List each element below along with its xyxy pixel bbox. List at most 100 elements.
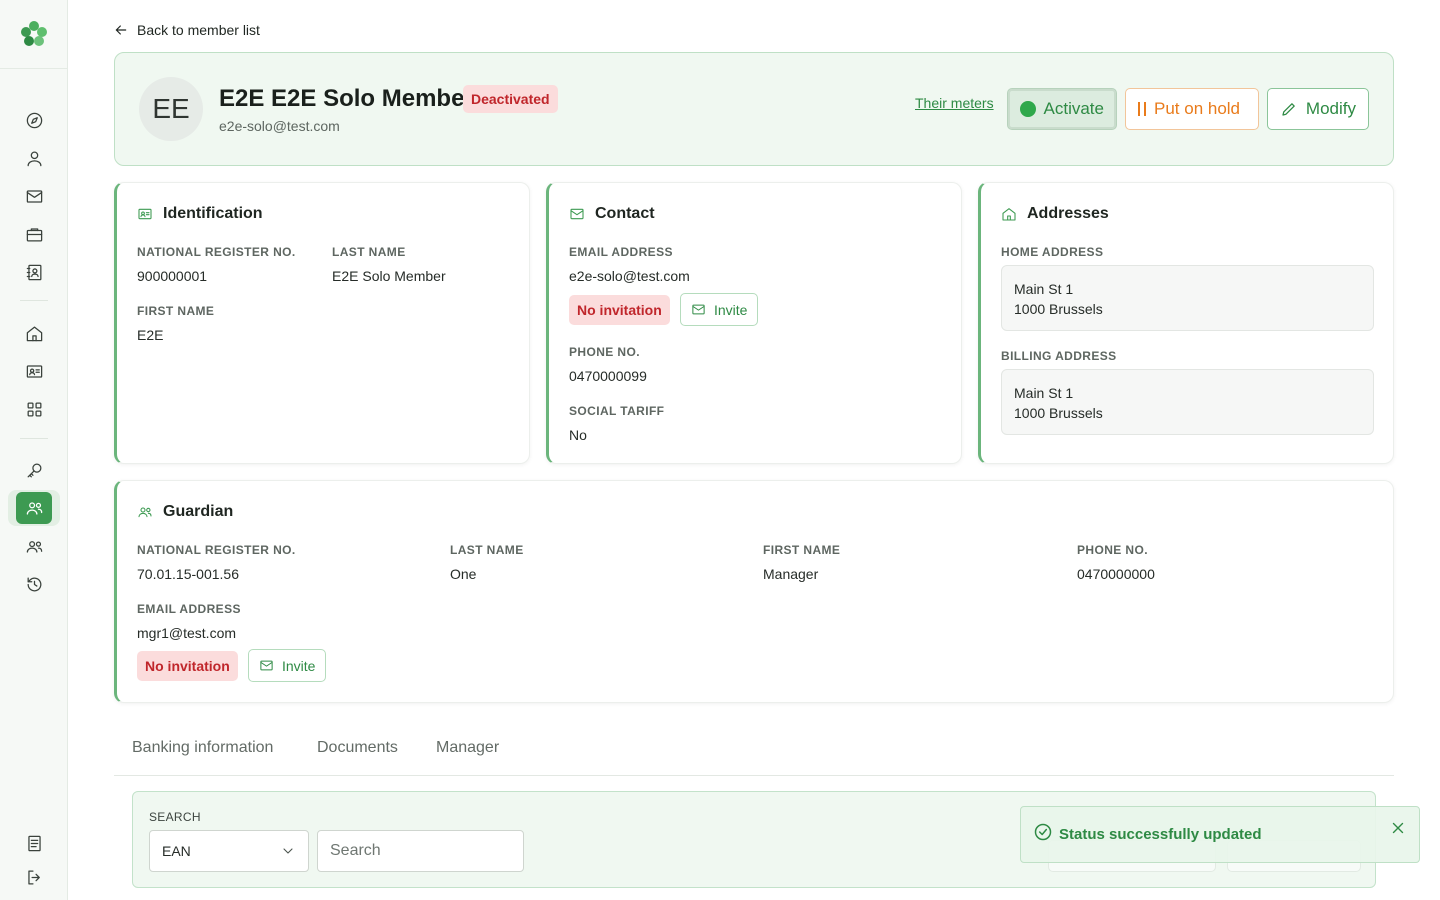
briefcase-icon <box>26 227 42 241</box>
status-dot-icon <box>1020 101 1036 117</box>
put-on-hold-button[interactable]: Put on hold <box>1125 88 1259 130</box>
clover-logo-icon[interactable] <box>18 18 50 50</box>
sidebar-item-documents[interactable] <box>16 827 52 859</box>
contact-book-icon <box>26 264 41 280</box>
phone-label: PHONE NO. <box>569 345 640 359</box>
document-list-icon <box>27 835 41 851</box>
guardian-first-name-label: FIRST NAME <box>763 543 841 557</box>
sidebar-item-briefcase[interactable] <box>16 218 52 250</box>
guardian-invite-button[interactable]: Invite <box>248 649 327 682</box>
avatar: EE <box>139 77 203 141</box>
modify-button[interactable]: Modify <box>1267 88 1369 130</box>
social-tariff-value: No <box>569 427 587 443</box>
back-link-label: Back to member list <box>137 22 260 38</box>
sidebar-item-profile[interactable] <box>16 142 52 174</box>
sidebar-item-explore[interactable] <box>16 104 52 136</box>
contact-card: Contact EMAIL ADDRESS e2e-solo@test.com … <box>546 182 962 464</box>
sidebar-item-home[interactable] <box>16 317 52 349</box>
mail-icon <box>26 189 42 203</box>
id-card-icon <box>138 208 152 220</box>
users-icon <box>138 507 152 518</box>
invite-button[interactable]: Invite <box>680 293 759 326</box>
sidebar-item-logout[interactable] <box>16 861 52 893</box>
mail-icon <box>570 208 584 220</box>
their-meters-link[interactable]: Their meters <box>915 95 994 111</box>
tab-documents[interactable]: Documents <box>317 739 398 757</box>
first-name-label: FIRST NAME <box>137 304 215 318</box>
activate-label: Activate <box>1043 99 1104 118</box>
search-input[interactable] <box>317 830 524 872</box>
status-badge: Deactivated <box>463 85 558 113</box>
national-register-value: 900000001 <box>137 268 208 284</box>
sidebar-item-id-card[interactable] <box>16 355 52 387</box>
home-icon <box>26 326 42 341</box>
grid-icon <box>27 402 41 416</box>
sidebar-item-messages[interactable] <box>16 180 52 212</box>
pencil-icon <box>1282 103 1295 116</box>
success-toast: Status successfully updated <box>1020 806 1420 863</box>
sidebar-item-keys[interactable] <box>16 454 52 486</box>
identification-card: Identification NATIONAL REGISTER NO. 900… <box>114 182 530 464</box>
last-name-value: E2E Solo Member <box>332 268 446 284</box>
guardian-email-value: mgr1@test.com <box>137 625 237 641</box>
guardian-national-register-value: 70.01.15-001.56 <box>137 566 239 582</box>
guardian-first-name-value: Manager <box>763 566 819 582</box>
addresses-title-text: Addresses <box>1027 205 1109 222</box>
mail-icon <box>260 660 273 671</box>
home-address-line2: 1000 Brussels <box>1014 301 1103 317</box>
guardian-last-name-value: One <box>450 566 477 582</box>
email-value: e2e-solo@test.com <box>569 268 690 284</box>
guardian-invitation-status-badge: No invitation <box>137 651 238 681</box>
pause-icon <box>1138 102 1146 116</box>
sidebar-item-history[interactable] <box>16 568 52 600</box>
invitation-status-badge: No invitation <box>569 295 670 325</box>
home-icon <box>1002 208 1016 221</box>
social-tariff-label: SOCIAL TARIFF <box>569 404 665 418</box>
member-name: E2E E2E Solo Member <box>219 85 474 112</box>
logout-icon <box>27 870 40 884</box>
billing-address-label: BILLING ADDRESS <box>1001 349 1117 363</box>
users-group-icon <box>26 540 42 553</box>
sidebar-divider <box>20 438 48 439</box>
back-to-member-list-link[interactable]: Back to member list <box>113 20 260 40</box>
tab-bar: Banking information Documents Manager <box>114 730 1394 776</box>
sidebar-item-members[interactable] <box>8 490 60 526</box>
contact-title: Contact <box>569 205 655 223</box>
sidebar-item-groups[interactable] <box>16 530 52 562</box>
modify-label: Modify <box>1305 99 1356 118</box>
mail-icon <box>692 304 705 315</box>
arrow-left-icon <box>115 25 127 35</box>
tab-banking-information[interactable]: Banking information <box>132 739 273 757</box>
home-address-label: HOME ADDRESS <box>1001 245 1104 259</box>
addresses-card: Addresses HOME ADDRESS Main St 1 1000 Br… <box>978 182 1394 464</box>
key-icon <box>27 463 41 477</box>
phone-value: 0470000099 <box>569 368 647 384</box>
national-register-label: NATIONAL REGISTER NO. <box>137 245 296 259</box>
member-header-card: EE E2E E2E Solo Member Deactivated e2e-s… <box>114 52 1394 166</box>
close-icon[interactable] <box>1389 819 1407 837</box>
addresses-title: Addresses <box>1001 205 1109 223</box>
guardian-phone-label: PHONE NO. <box>1077 543 1148 557</box>
sidebar-divider <box>20 300 48 301</box>
sidebar-item-contacts[interactable] <box>16 256 52 288</box>
search-field-select[interactable]: EAN <box>149 830 309 872</box>
guardian-title-text: Guardian <box>163 503 234 520</box>
billing-address-line2: 1000 Brussels <box>1014 405 1103 421</box>
sidebar-item-apps[interactable] <box>16 393 52 425</box>
guardian-email-label: EMAIL ADDRESS <box>137 602 241 616</box>
id-card-icon <box>26 364 42 378</box>
activate-button[interactable]: Activate <box>1007 88 1117 130</box>
email-label: EMAIL ADDRESS <box>569 245 673 259</box>
invite-label: Invite <box>714 301 748 318</box>
first-name-value: E2E <box>137 327 164 343</box>
tab-manager[interactable]: Manager <box>436 739 499 757</box>
home-address-box: Main St 1 1000 Brussels <box>1001 265 1374 331</box>
history-icon <box>27 577 41 591</box>
search-label: SEARCH <box>149 810 201 824</box>
toast-message: Status successfully updated <box>1059 826 1262 843</box>
billing-address-line1: Main St 1 <box>1014 385 1074 401</box>
sidebar-divider <box>0 68 68 69</box>
identification-title-text: Identification <box>163 205 263 222</box>
guardian-title: Guardian <box>137 503 233 521</box>
contact-title-text: Contact <box>595 205 655 222</box>
